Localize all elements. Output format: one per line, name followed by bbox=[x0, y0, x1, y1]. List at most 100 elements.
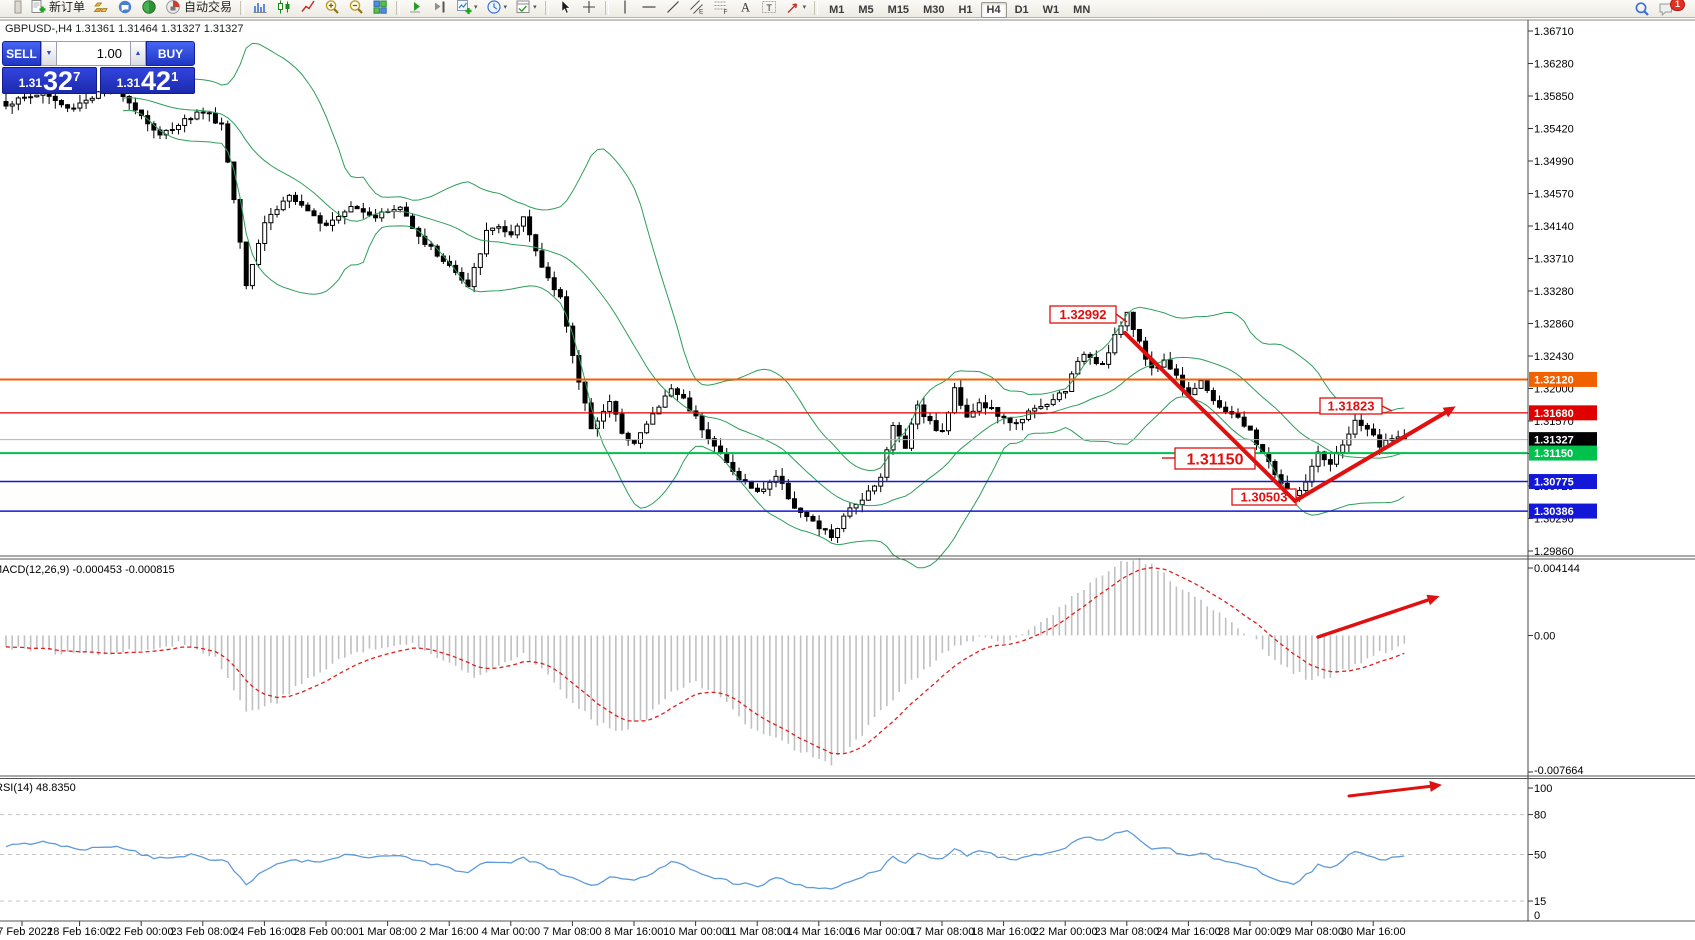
market-watch-button[interactable] bbox=[138, 0, 160, 16]
price-axis[interactable]: 1.367101.362801.358501.354201.349901.345… bbox=[1528, 26, 1597, 558]
auto-scroll-button[interactable] bbox=[405, 0, 427, 16]
periods-button[interactable]: ▾ bbox=[483, 0, 511, 16]
toolbar-separator bbox=[545, 1, 549, 15]
search-button[interactable] bbox=[1631, 0, 1653, 18]
horizontal-line-tool-button[interactable] bbox=[638, 0, 660, 16]
autoscroll-icon bbox=[408, 0, 424, 15]
zoomout-icon bbox=[348, 0, 364, 15]
price-badge-text: 1.31150 bbox=[1534, 448, 1573, 460]
timeframe-button-m15[interactable]: M15 bbox=[882, 2, 915, 18]
new-order-button[interactable]: 新订单 bbox=[27, 0, 88, 16]
price-tick-label: 1.34990 bbox=[1534, 156, 1574, 168]
community-button[interactable] bbox=[114, 0, 136, 16]
labelT-icon: T bbox=[761, 0, 777, 15]
macd-label: MACD(12,26,9) -0.000453 -0.000815 bbox=[0, 564, 175, 576]
timeframe-button-m1[interactable]: M1 bbox=[823, 2, 850, 18]
tile-windows-button[interactable] bbox=[369, 0, 391, 16]
date-tick-label: 17 Mar 08:00 bbox=[910, 926, 975, 938]
timeframe-button-w1[interactable]: W1 bbox=[1037, 2, 1066, 18]
price-tick-label: 1.32430 bbox=[1534, 351, 1574, 363]
sell-button[interactable]: SELL bbox=[2, 41, 41, 66]
price-annotation-1.32992[interactable]: 1.32992 bbox=[1050, 306, 1127, 323]
tiles-icon bbox=[372, 0, 388, 15]
indicators-button[interactable]: ▾ bbox=[453, 0, 481, 16]
bar-chart-mode-button[interactable] bbox=[249, 0, 271, 16]
date-tick-label: 16 Mar 00:00 bbox=[848, 926, 913, 938]
date-tick-label: 22 Mar 00:00 bbox=[1033, 926, 1098, 938]
chart-ohlc-title: GBPUSD-,H4 1.31361 1.31464 1.31327 1.313… bbox=[5, 23, 244, 35]
timeframe-button-h1[interactable]: H1 bbox=[952, 2, 978, 18]
price-tick-label: 1.33710 bbox=[1534, 254, 1574, 266]
date-tick-label: 2 Mar 16:00 bbox=[420, 926, 479, 938]
ask-pipette: 1 bbox=[171, 69, 178, 84]
zoom-out-button[interactable] bbox=[345, 0, 367, 16]
toolbar-buttons: 新订单 自动交易 ▾ ▾ ▾ E F AT ▾ bbox=[2, 0, 822, 20]
trend-arrow[interactable] bbox=[1349, 781, 1442, 796]
svg-text:50: 50 bbox=[1534, 850, 1546, 862]
price-annotation-1.31823[interactable]: 1.31823 bbox=[1320, 398, 1392, 414]
trend-arrow[interactable] bbox=[1318, 595, 1440, 637]
candlesticks bbox=[4, 81, 1406, 543]
channel-tool-button[interactable]: E bbox=[686, 0, 708, 16]
templates-button[interactable]: ▾ bbox=[512, 0, 540, 16]
ask-prefix: 1.31 bbox=[117, 76, 140, 90]
svg-text:0.004144: 0.004144 bbox=[1534, 563, 1580, 575]
gold-icon bbox=[93, 0, 109, 15]
chart-window-button[interactable] bbox=[90, 0, 112, 16]
crosshair-tool-button[interactable] bbox=[578, 0, 600, 16]
volume-decrease-button[interactable]: ▼ bbox=[41, 41, 57, 66]
chevron-down-icon: ▾ bbox=[474, 3, 478, 11]
label-tool-button[interactable]: T bbox=[758, 0, 780, 16]
buy-button[interactable]: BUY bbox=[146, 41, 195, 66]
trendline-tool-button[interactable] bbox=[662, 0, 684, 16]
toolbar-separator bbox=[240, 1, 244, 15]
linechart-icon bbox=[300, 0, 316, 15]
search-icon bbox=[1634, 1, 1650, 17]
timeframe-button-m5[interactable]: M5 bbox=[852, 2, 879, 18]
svg-text:T: T bbox=[766, 2, 772, 13]
svg-text:F: F bbox=[723, 9, 727, 15]
clipped-button[interactable] bbox=[3, 0, 25, 16]
timeframe-button-mn[interactable]: MN bbox=[1067, 2, 1096, 18]
cursor-tool-button[interactable] bbox=[554, 0, 576, 16]
timeframe-button-m30[interactable]: M30 bbox=[917, 2, 950, 18]
date-tick-label: 24 Feb 16:00 bbox=[232, 926, 297, 938]
date-tick-label: 30 Mar 16:00 bbox=[1341, 926, 1406, 938]
greenorb-icon bbox=[141, 0, 157, 15]
bid-price-box[interactable]: 1.31327 bbox=[2, 67, 97, 94]
bid-prefix: 1.31 bbox=[19, 76, 42, 90]
chevron-down-icon: ▾ bbox=[504, 3, 508, 11]
price-tick-label: 1.35420 bbox=[1534, 124, 1574, 136]
zoom-in-button[interactable] bbox=[321, 0, 343, 16]
chart-shift-button[interactable] bbox=[429, 0, 451, 16]
price-annotation-1.31150[interactable]: 1.31150 bbox=[1162, 448, 1255, 469]
ask-price-box[interactable]: 1.31421 bbox=[100, 67, 195, 94]
price-badge-text: 1.31680 bbox=[1534, 408, 1574, 420]
channel-icon: E bbox=[689, 0, 705, 15]
timeframe-button-h4[interactable]: H4 bbox=[981, 2, 1007, 18]
date-axis[interactable]: 17 Feb 202218 Feb 16:0022 Feb 00:0023 Fe… bbox=[0, 921, 1406, 938]
timeframe-button-d1[interactable]: D1 bbox=[1009, 2, 1035, 18]
shapes-tool-button[interactable]: ▾ bbox=[782, 0, 810, 16]
line-chart-mode-button[interactable] bbox=[297, 0, 319, 16]
toolbar: 新订单自动交易▾▾▾EFAT▾ M1M5M15M30H1H4D1W1MN 1 bbox=[0, 0, 1695, 18]
date-tick-label: 18 Feb 16:00 bbox=[47, 926, 112, 938]
price-tick-label: 1.34140 bbox=[1534, 221, 1574, 233]
price-badge-text: 1.32120 bbox=[1534, 374, 1574, 386]
date-tick-label: 28 Feb 00:00 bbox=[294, 926, 359, 938]
fibo-icon: F bbox=[713, 0, 729, 15]
svg-text:1.30503: 1.30503 bbox=[1241, 490, 1288, 505]
price-tick-label: 1.33280 bbox=[1534, 286, 1574, 298]
chart-canvas[interactable]: MACD(12,26,9) -0.000453 -0.000815 0.00414… bbox=[0, 0, 1695, 940]
volume-increase-button[interactable]: ▲ bbox=[130, 41, 146, 66]
text-tool-button[interactable]: A bbox=[734, 0, 756, 16]
shapes-icon bbox=[785, 0, 801, 15]
volume-input[interactable]: 1.00 bbox=[57, 41, 130, 66]
svg-text:E: E bbox=[699, 8, 704, 15]
bars-icon bbox=[252, 0, 268, 15]
trend-arrow[interactable] bbox=[1125, 333, 1295, 501]
candlestick-mode-button[interactable] bbox=[273, 0, 295, 16]
vertical-line-tool-button[interactable] bbox=[614, 0, 636, 16]
auto-trading-button[interactable]: 自动交易 bbox=[162, 0, 235, 16]
fibonacci-tool-button[interactable]: F bbox=[710, 0, 732, 16]
